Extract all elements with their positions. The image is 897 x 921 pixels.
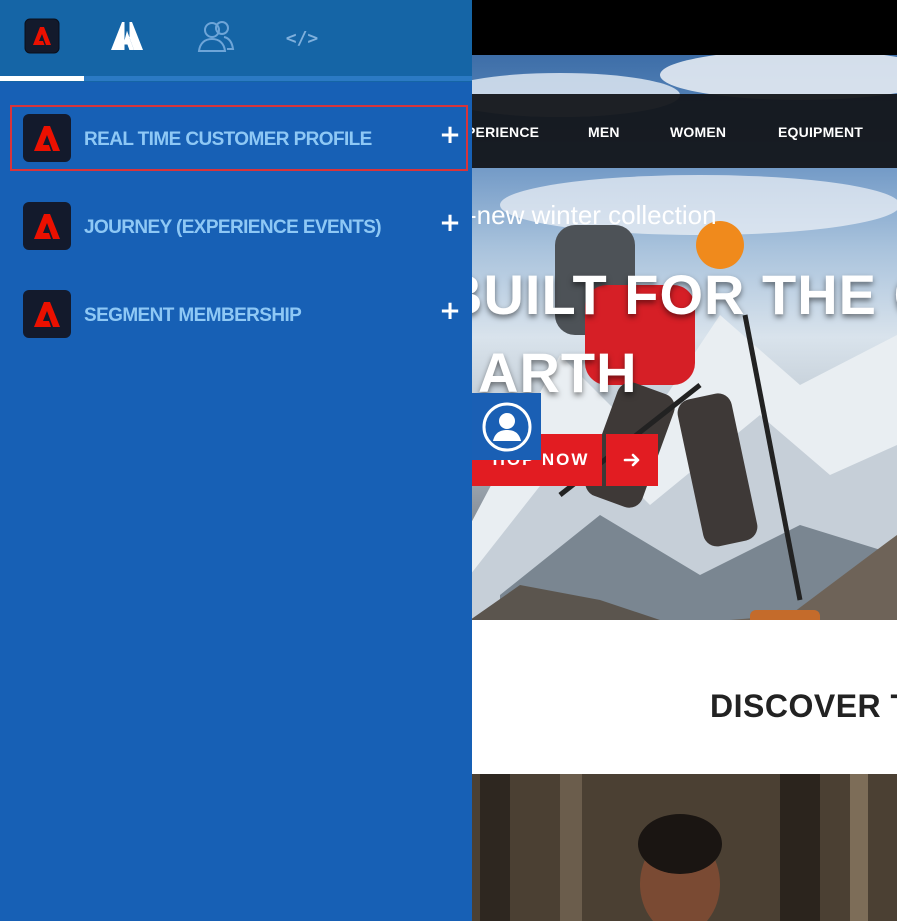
profile-overlay-button[interactable] [472,393,541,460]
adobe-experience-platform-icon [23,114,71,162]
tab-users[interactable] [192,16,240,60]
tab-adobe[interactable] [103,16,151,60]
nav-link-men[interactable]: MEN [588,124,620,140]
extension-row-segment-membership[interactable]: SEGMENT MEMBERSHIP + [12,283,466,345]
tab-code[interactable]: </> [278,16,326,60]
adobe-logo-icon [110,21,144,56]
adobe-experience-platform-icon [23,202,71,250]
nav-link-women[interactable]: WOMEN [670,124,726,140]
extension-row-real-time-customer-profile[interactable]: REAL TIME CUSTOMER PROFILE + [10,105,468,171]
debugger-panel: </> REAL TIME CUSTOMER PROFILE + JOURNEY… [0,0,472,921]
expand-plus-icon[interactable]: + [438,121,462,149]
arrow-right-icon [623,453,640,467]
adobe-experience-platform-icon [24,18,60,59]
extension-row-journey-experience-events[interactable]: JOURNEY (EXPERIENCE EVENTS) + [12,195,466,257]
extension-label: SEGMENT MEMBERSHIP [84,305,302,326]
nav-link-experience[interactable]: PERIENCE [466,124,539,140]
nav-link-equipment[interactable]: EQUIPMENT [778,124,863,140]
active-tab-indicator [0,76,84,81]
hero-headline-line1: BUILT FOR THE C [442,263,897,326]
adobe-experience-platform-icon [23,290,71,338]
code-icon: </> [285,27,319,49]
user-avatar-icon [482,402,531,451]
extension-label: JOURNEY (EXPERIENCE EVENTS) [84,217,382,238]
discover-heading: DISCOVER T [710,688,897,724]
arrow-right-button[interactable] [606,434,658,486]
expand-plus-icon[interactable]: + [438,209,462,237]
panel-tab-bar: </> [0,0,472,82]
users-icon [196,19,236,58]
hero-kicker: -new winter collection [468,200,717,230]
extension-label: REAL TIME CUSTOMER PROFILE [84,129,372,150]
expand-plus-icon[interactable]: + [438,297,462,325]
tab-extensions[interactable] [18,16,66,60]
